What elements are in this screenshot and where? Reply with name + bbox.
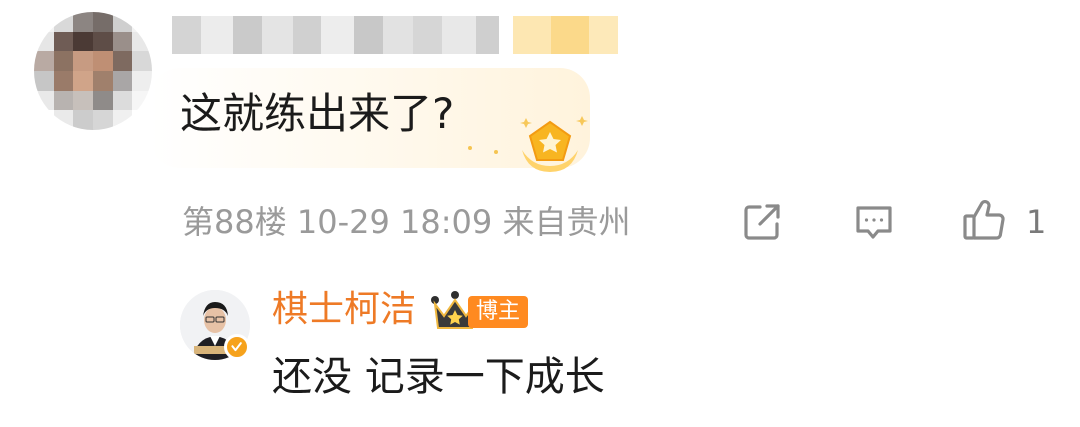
comment-text: 这就练出来了? xyxy=(180,89,455,138)
like-count: 1 xyxy=(1026,203,1047,241)
reply-author-name[interactable]: 棋士柯洁 xyxy=(272,286,416,334)
blogger-badge: 博主 xyxy=(468,296,529,328)
share-external-icon[interactable] xyxy=(740,200,784,244)
thumbs-up-icon[interactable] xyxy=(960,196,1008,244)
comment-meta: 第88楼 10-29 18:09 来自贵州 xyxy=(182,203,631,241)
reply-text: 还没 记录一下成长 xyxy=(272,354,605,400)
comment-thread: 这就练出来了? 第88楼 10-29 18:09 来自贵州 1 棋士柯洁 博主 … xyxy=(0,0,1080,427)
comment-reply-icon[interactable] xyxy=(852,200,896,244)
star-emblem-icon xyxy=(468,116,588,172)
commenter-avatar-pixelated[interactable] xyxy=(34,12,152,130)
commenter-name-pixelated[interactable] xyxy=(172,16,619,54)
verified-badge-icon xyxy=(224,334,250,360)
